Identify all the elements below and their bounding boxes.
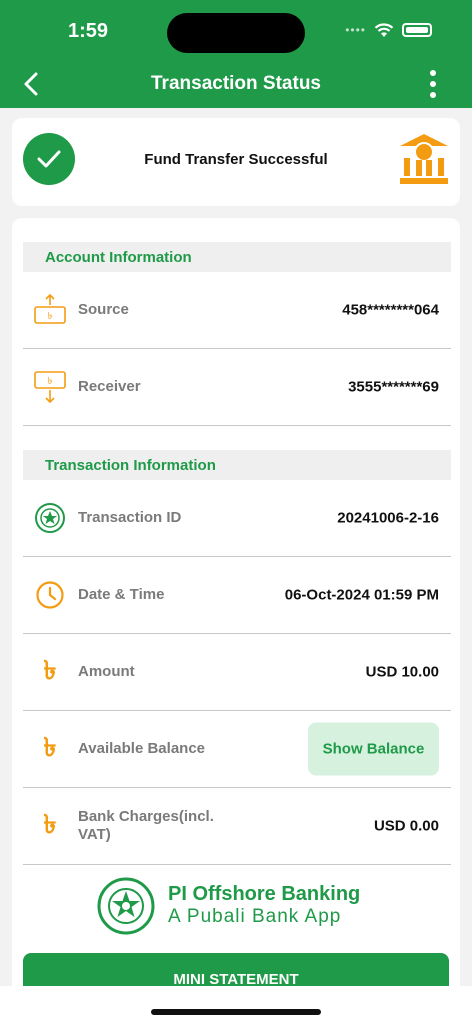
status-card: Fund Transfer Successful [12,118,460,206]
home-indicator[interactable] [151,1009,321,1015]
source-label: Source [78,301,129,318]
account-section-title: Account Information [45,249,192,266]
amount-value: USD 10.00 [365,663,439,681]
wifi-icon [374,23,394,37]
show-balance-button[interactable]: Show Balance [308,722,439,776]
brand-tagline: A Pubali Bank App [168,906,342,927]
source-row: ৳ Source 458********064 [23,272,451,349]
date-time-row: Date & Time 06-Oct-2024 01:59 PM [23,557,451,634]
available-balance-row: ৳ Available Balance Show Balance [23,711,451,788]
taka-icon: ৳ [43,656,57,686]
available-balance-label: Available Balance [78,740,206,757]
status-time: 1:59 [68,20,109,42]
bottom-safe-area [0,986,472,1024]
date-time-label: Date & Time [78,586,165,603]
dynamic-island [167,13,305,53]
receiver-value: 3555*******69 [348,378,439,396]
bank-icon [400,134,448,184]
page-title: Transaction Status [151,73,321,94]
source-value: 458********064 [342,301,439,319]
bank-charges-value: USD 0.00 [373,817,439,835]
svg-text:৳: ৳ [48,376,53,387]
app-header: 1:59 •••• Transaction Status [0,0,472,108]
transaction-section-header: Transaction Information [23,450,451,480]
amount-label: Amount [78,663,135,680]
receiver-label: Receiver [78,378,141,395]
battery-icon [402,23,432,37]
date-time-value: 06-Oct-2024 01:59 PM [284,586,439,604]
signal-icon: •••• [345,23,366,37]
receiver-row: ৳ Receiver 3555*******69 [23,349,451,426]
bank-charges-row: ৳ Bank Charges(incl. VAT) USD 0.00 [23,788,451,865]
transaction-id-value: 20241006-2-16 [337,509,439,527]
transaction-id-label: Transaction ID [78,509,182,526]
account-section-header: Account Information [23,242,451,272]
brand-name: PI Offshore Banking [168,883,361,905]
bank-charges-label: Bank Charges(incl. VAT) [78,808,214,843]
receive-in-icon: ৳ [33,370,67,404]
send-out-icon: ৳ [33,293,67,327]
more-options-icon[interactable] [428,70,438,98]
clock-icon [33,578,67,612]
status-icons: •••• [345,22,432,38]
amount-row: ৳ Amount USD 10.00 [23,634,451,711]
svg-text:৳: ৳ [48,311,53,322]
transaction-id-row: Transaction ID 20241006-2-16 [23,480,451,557]
taka-icon: ৳ [43,733,57,763]
status-message: Fund Transfer Successful [144,151,328,168]
bank-seal-icon [33,501,67,535]
pubali-bank-logo [97,877,155,935]
transaction-section-title: Transaction Information [45,457,216,474]
brand-block: PI Offshore Banking A Pubali Bank App [96,876,360,936]
taka-icon: ৳ [43,810,57,840]
